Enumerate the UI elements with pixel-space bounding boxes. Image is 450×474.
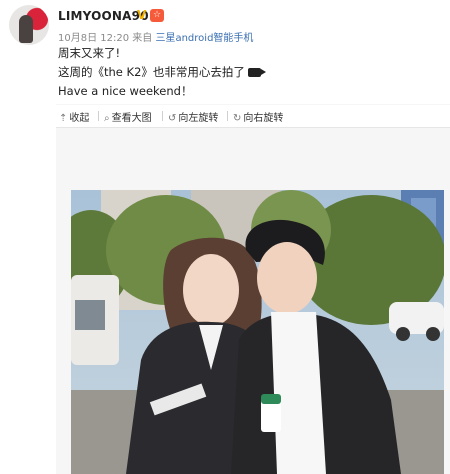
rotate-left-button[interactable]: ↺ 向左旋转 — [168, 109, 218, 124]
arrow-up-icon: ⇡ — [59, 113, 68, 124]
rotate-left-label: 向左旋转 — [178, 113, 219, 124]
source-prefix: 来自 — [132, 33, 153, 44]
collapse-button[interactable]: ⇡ 收起 — [59, 109, 89, 124]
view-large-button[interactable]: ⌕ 查看大图 — [104, 109, 152, 124]
movie-camera-icon — [247, 68, 266, 77]
post-date[interactable]: 10月8日 12:20 — [58, 33, 129, 44]
rotate-left-icon: ↺ — [168, 113, 177, 124]
rotate-right-button[interactable]: ↻ 向右旋转 — [233, 109, 283, 124]
username[interactable]: LIMYOONA90 — [58, 9, 149, 23]
magnifier-icon: ⌕ — [104, 113, 110, 124]
source-link[interactable]: 三星android智能手机 — [155, 33, 253, 44]
post-text-line-1: 周末又来了! — [58, 46, 121, 60]
post-photo[interactable] — [71, 190, 444, 474]
view-large-label: 查看大图 — [111, 113, 152, 124]
vip-badge-icon[interactable]: ☆ — [150, 9, 164, 22]
toolbar-divider — [162, 111, 163, 121]
verified-icon[interactable]: V — [137, 9, 149, 21]
toolbar-divider — [227, 111, 228, 121]
rotate-right-icon: ↻ — [233, 113, 242, 124]
photo-illustration — [71, 190, 444, 474]
avatar[interactable] — [9, 5, 49, 45]
rotate-right-label: 向右旋转 — [243, 113, 284, 124]
post-text-line-2: 这周的《the K2》也非常用心去拍了 — [58, 64, 266, 80]
post-meta: 10月8日 12:20 来自 三星android智能手机 — [58, 29, 253, 44]
toolbar-divider — [98, 111, 99, 121]
image-toolbar: ⇡ 收起 ⌕ 查看大图 ↺ 向左旋转 ↻ 向右旋转 — [56, 105, 450, 128]
post-header: LIMYOONA90 V ☆ 10月8日 12:20 来自 三星android智… — [0, 0, 450, 105]
post-text-line-3: Have a nice weekend！ — [58, 84, 193, 98]
collapse-label: 收起 — [69, 113, 90, 124]
post-text-line-2-label: 这周的《the K2》也非常用心去拍了 — [58, 65, 245, 79]
